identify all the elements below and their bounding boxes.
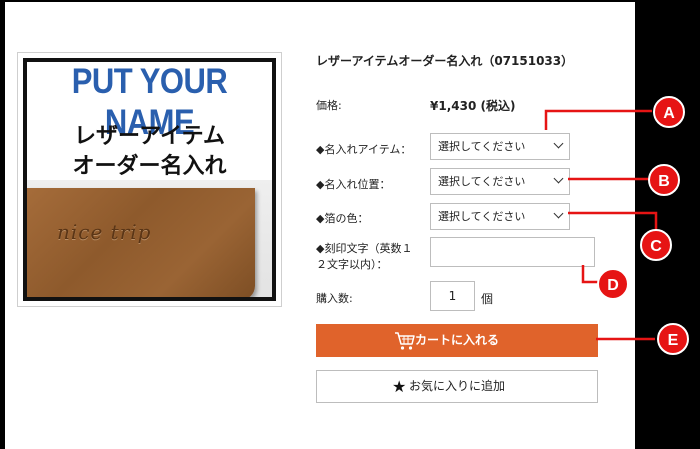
star-icon: ★ [392,377,407,396]
product-title: レザーアイテムオーダー名入れ（07151033） [316,54,574,68]
foil-select[interactable]: 選択してください [430,203,570,230]
leather-sample: nice trip [27,188,255,297]
leather-photo: nice trip [27,180,272,297]
image-caption-line2: オーダー名入れ [72,154,227,179]
engrave-label-line1: ◆刻印文字（英数１ [316,242,413,255]
chevron-down-icon [553,208,564,219]
add-to-cart-label: カートに入れる [414,333,499,347]
item-select-value: 選択してください [438,140,526,153]
callout-b: B [648,164,680,196]
product-image-frame: PUT YOUR NAME レザーアイテム オーダー名入れ nice trip [23,58,276,301]
price-value: ¥1,430 (税込) [430,99,516,113]
product-image: PUT YOUR NAME レザーアイテム オーダー名入れ nice trip [17,52,282,307]
callout-a: A [653,96,685,128]
price-label: 価格: [316,99,342,112]
add-to-favorites-label: お気に入りに追加 [408,379,505,393]
image-caption-line1: レザーアイテム [74,124,225,149]
item-label: ◆名入れアイテム： [316,143,412,156]
position-select[interactable]: 選択してください [430,168,570,195]
qty-label: 購入数: [316,292,353,305]
engrave-input[interactable] [430,237,595,267]
foil-label: ◆箔の色： [316,212,369,225]
chevron-down-icon [553,138,564,149]
chevron-down-icon [553,173,564,184]
stamp-text: nice trip [57,220,152,244]
item-select[interactable]: 選択してください [430,133,570,160]
callout-d: D [597,268,629,300]
cart-icon [395,332,415,350]
add-to-cart-button[interactable]: カートに入れる [316,324,598,357]
qty-input[interactable]: 1 [430,281,475,311]
add-to-favorites-button[interactable]: ★ お気に入りに追加 [316,370,598,403]
position-label: ◆名入れ位置： [316,178,391,191]
product-panel: PUT YOUR NAME レザーアイテム オーダー名入れ nice trip … [5,2,635,449]
callout-c: C [640,229,672,261]
engrave-label-line2: ２文字以内）： [316,258,388,271]
callout-e: E [657,323,689,355]
foil-select-value: 選択してください [438,210,526,223]
position-select-value: 選択してください [438,175,526,188]
qty-unit: 個 [481,292,494,306]
